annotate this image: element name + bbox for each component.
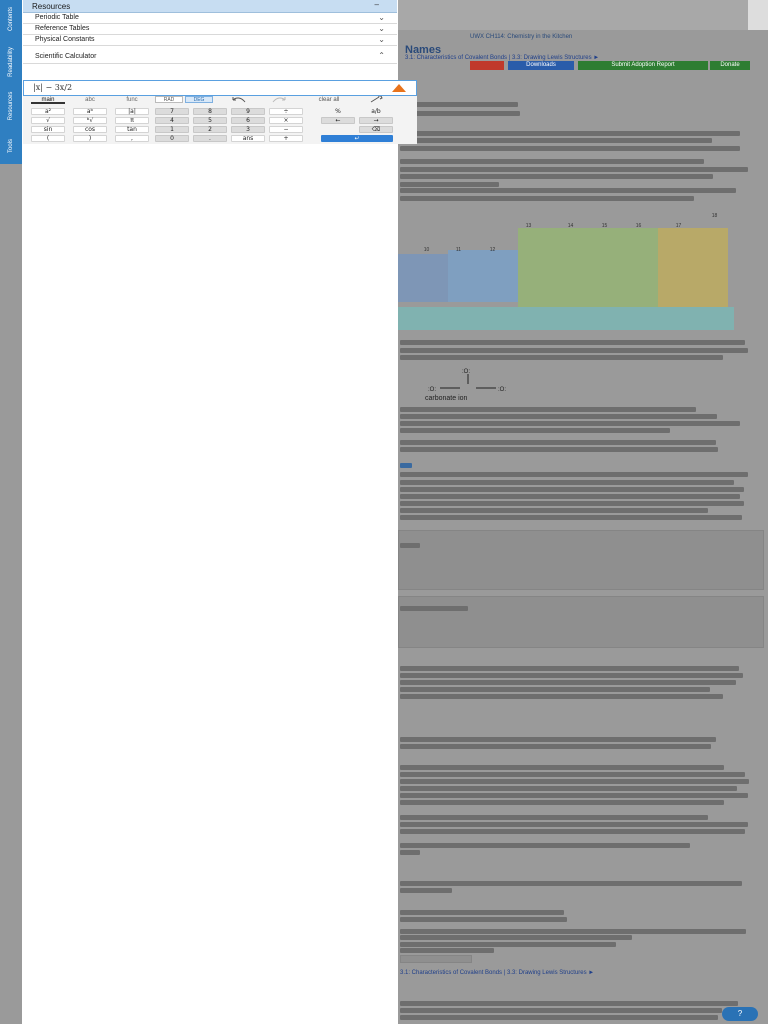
calculator-expression: |x| − 3x/2 <box>33 83 73 92</box>
adoption-report-button[interactable]: Submit Adoption Report <box>578 61 708 70</box>
downloads-button[interactable]: Downloads <box>508 61 574 70</box>
key-2[interactable]: 2 <box>193 126 227 133</box>
bottom-breadcrumb: 3.1: Characteristics of Covalent Bonds |… <box>400 970 595 976</box>
chevron-down-icon: ⌄ <box>378 24 385 33</box>
desmos-logo-icon <box>392 84 406 92</box>
periodic-table-row[interactable]: Periodic Table ⌄ <box>23 13 397 24</box>
key-left-arrow[interactable]: ← <box>321 117 355 124</box>
calculator-display[interactable]: |x| − 3x/2 <box>23 80 417 96</box>
carbonate-ion-structure: :O: :O: :O: <box>428 369 506 393</box>
key-8[interactable]: 8 <box>193 108 227 115</box>
physical-constants-row[interactable]: Physical Constants ⌄ <box>23 35 397 46</box>
mode-main-tab[interactable]: main <box>31 96 65 104</box>
key-minus[interactable]: − <box>269 126 303 133</box>
tab-contents-label: Contents <box>8 6 14 32</box>
key-close-paren[interactable]: ) <box>73 135 107 142</box>
scientific-calculator-label: Scientific Calculator <box>35 53 97 60</box>
reference-tables-label: Reference Tables <box>35 25 90 32</box>
clear-all-button[interactable]: clear all <box>309 96 349 104</box>
help-button[interactable]: ? <box>722 1007 758 1021</box>
resources-panel: Resources – Periodic Table ⌄ Reference T… <box>22 0 417 1024</box>
tab-resources-label: Resources <box>8 91 14 121</box>
chevron-down-icon: ⌄ <box>378 13 385 22</box>
svg-text::O:: :O: <box>462 369 470 375</box>
resources-title: Resources <box>32 2 71 11</box>
key-enter[interactable]: ↵ <box>321 135 393 142</box>
key-comma[interactable]: , <box>115 135 149 142</box>
key-5[interactable]: 5 <box>193 117 227 124</box>
periodic-table-image: 13 14 15 16 17 18 10 11 12 <box>398 210 734 335</box>
key-ans[interactable]: ans <box>231 135 265 142</box>
exercise-box-2 <box>398 596 764 648</box>
key-decimal[interactable]: . <box>193 135 227 142</box>
key-4[interactable]: 4 <box>155 117 189 124</box>
key-percent[interactable]: % <box>321 108 355 115</box>
key-divide[interactable]: ÷ <box>269 108 303 115</box>
side-tab-bar: Contents Readability Resources Tools <box>0 0 22 164</box>
key-3[interactable]: 3 <box>231 126 265 133</box>
exercise-box-1 <box>398 530 764 590</box>
tab-contents[interactable]: Contents <box>0 0 22 38</box>
undo-icon[interactable] <box>231 97 247 103</box>
tab-tools[interactable]: Tools <box>0 128 22 164</box>
key-0[interactable]: 0 <box>155 135 189 142</box>
settings-wrench-icon[interactable] <box>369 96 383 103</box>
key-square[interactable]: a² <box>31 108 65 115</box>
calculator-keypad: main abc func RAD DEG clear all a² aᵇ |a… <box>23 96 417 144</box>
key-right-arrow[interactable]: → <box>359 117 393 124</box>
resources-header: Resources – <box>23 0 397 13</box>
minimize-button[interactable]: – <box>375 0 379 9</box>
key-backspace[interactable]: ⌫ <box>359 126 393 133</box>
key-6[interactable]: 6 <box>231 117 265 124</box>
mode-abc-tab[interactable]: abc <box>73 96 107 104</box>
periodic-table-label: Periodic Table <box>35 14 79 21</box>
tab-readability[interactable]: Readability <box>0 40 22 84</box>
tab-resources[interactable]: Resources <box>0 86 22 126</box>
key-sin[interactable]: sin <box>31 126 65 133</box>
key-pi[interactable]: π <box>115 117 149 124</box>
key-power[interactable]: aᵇ <box>73 108 107 115</box>
deg-toggle[interactable]: DEG <box>185 96 213 103</box>
key-abs[interactable]: |a| <box>115 108 149 115</box>
key-tan[interactable]: tan <box>115 126 149 133</box>
right-nav-strip <box>748 0 768 30</box>
course-tab-label: UWX CH114: Chemistry in the Kitchen <box>470 34 573 40</box>
key-1[interactable]: 1 <box>155 126 189 133</box>
key-sqrt[interactable]: √ <box>31 117 65 124</box>
tab-tools-label: Tools <box>8 138 14 154</box>
svg-text::O:: :O: <box>498 387 506 393</box>
carbonate-ion-caption: carbonate ion <box>425 395 468 402</box>
key-fraction[interactable]: a/b <box>359 108 393 115</box>
key-multiply[interactable]: × <box>269 117 303 124</box>
keypad-mode-bar: main abc func RAD DEG clear all <box>23 96 417 105</box>
scientific-calculator-header[interactable]: Scientific Calculator ⌃ <box>23 50 397 64</box>
redo-icon[interactable] <box>271 97 287 103</box>
print-button[interactable] <box>470 61 504 70</box>
chevron-up-icon: ⌃ <box>378 51 385 60</box>
key-nth-root[interactable]: ᵇ√ <box>73 117 107 124</box>
key-cos[interactable]: cos <box>73 126 107 133</box>
tab-readability-label: Readability <box>8 47 14 77</box>
key-9[interactable]: 9 <box>231 108 265 115</box>
physical-constants-label: Physical Constants <box>35 36 95 43</box>
donate-button[interactable]: Donate <box>710 61 750 70</box>
key-plus[interactable]: + <box>269 135 303 142</box>
rad-toggle[interactable]: RAD <box>155 96 183 103</box>
key-7[interactable]: 7 <box>155 108 189 115</box>
chevron-down-icon: ⌄ <box>378 35 385 44</box>
reference-tables-row[interactable]: Reference Tables ⌄ <box>23 24 397 35</box>
svg-text::O:: :O: <box>428 387 436 393</box>
key-open-paren[interactable]: ( <box>31 135 65 142</box>
mode-func-tab[interactable]: func <box>115 96 149 104</box>
